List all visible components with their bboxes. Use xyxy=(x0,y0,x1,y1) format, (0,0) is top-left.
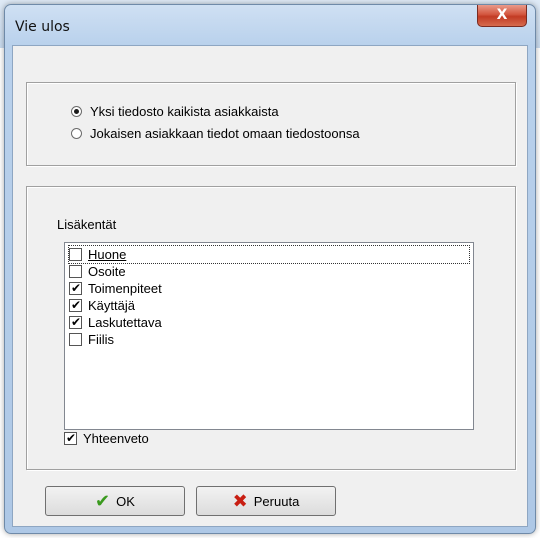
checkbox-kayttaja[interactable]: ✔ xyxy=(69,298,82,312)
ok-button[interactable]: ✔ OK xyxy=(45,486,185,516)
cancel-button-label: Peruuta xyxy=(253,493,300,509)
checkbox-osoite[interactable] xyxy=(69,265,82,278)
extra-fields-label: Lisäkentät xyxy=(57,217,117,232)
radio-per-client-file[interactable]: Jokaisen asiakkaan tiedot omaan tiedosto… xyxy=(71,126,360,141)
cancel-button[interactable]: ✖ Peruuta xyxy=(196,486,336,516)
list-item-label: Huone xyxy=(88,247,127,262)
radio-single-file[interactable]: Yksi tiedosto kaikista asiakkaista xyxy=(71,104,279,119)
checkbox-fiilis[interactable] xyxy=(69,333,82,346)
checkmark-icon: ✔ xyxy=(95,490,111,511)
dialog-title: Vie ulos xyxy=(15,19,70,35)
radio-single-file-label: Yksi tiedosto kaikista asiakkaista xyxy=(90,104,279,119)
list-item-label: Käyttäjä xyxy=(88,298,135,313)
list-item-kayttaja[interactable]: ✔ Käyttäjä xyxy=(69,297,135,314)
ok-button-label: OK xyxy=(116,493,135,509)
checkbox-laskutettava[interactable]: ✔ xyxy=(69,315,82,329)
list-item-huone[interactable]: Huone xyxy=(68,245,470,264)
radio-single-file-indicator[interactable] xyxy=(71,106,82,117)
radio-per-client-file-label: Jokaisen asiakkaan tiedot omaan tiedosto… xyxy=(90,126,360,141)
summary-checkbox-row[interactable]: ✔ Yhteenveto xyxy=(64,430,149,447)
export-mode-group: Yksi tiedosto kaikista asiakkaista Jokai… xyxy=(26,82,516,166)
list-item-fiilis[interactable]: Fiilis xyxy=(69,331,114,348)
list-item-toimenpiteet[interactable]: ✔ Toimenpiteet xyxy=(69,280,162,297)
checkbox-summary[interactable]: ✔ xyxy=(64,431,77,445)
list-item-label: Toimenpiteet xyxy=(88,281,162,296)
cross-icon: ✖ xyxy=(232,490,248,511)
summary-label: Yhteenveto xyxy=(83,431,149,446)
dialog-body: Yksi tiedosto kaikista asiakkaista Jokai… xyxy=(12,45,528,527)
extra-fields-list[interactable]: Huone Osoite ✔ Toimenpiteet ✔ Käyttäjä ✔… xyxy=(64,242,474,430)
export-dialog: Vie ulos X Yksi tiedosto kaikista asiakk… xyxy=(4,4,536,534)
list-item-osoite[interactable]: Osoite xyxy=(69,263,126,280)
list-item-label: Osoite xyxy=(88,264,126,279)
checkbox-huone[interactable] xyxy=(69,248,82,261)
list-item-label: Laskutettava xyxy=(88,315,162,330)
list-item-label: Fiilis xyxy=(88,332,114,347)
radio-per-client-file-indicator[interactable] xyxy=(71,128,82,139)
list-item-laskutettava[interactable]: ✔ Laskutettava xyxy=(69,314,162,331)
checkbox-toimenpiteet[interactable]: ✔ xyxy=(69,281,82,295)
close-button[interactable]: X xyxy=(477,5,527,27)
close-icon: X xyxy=(496,7,508,23)
